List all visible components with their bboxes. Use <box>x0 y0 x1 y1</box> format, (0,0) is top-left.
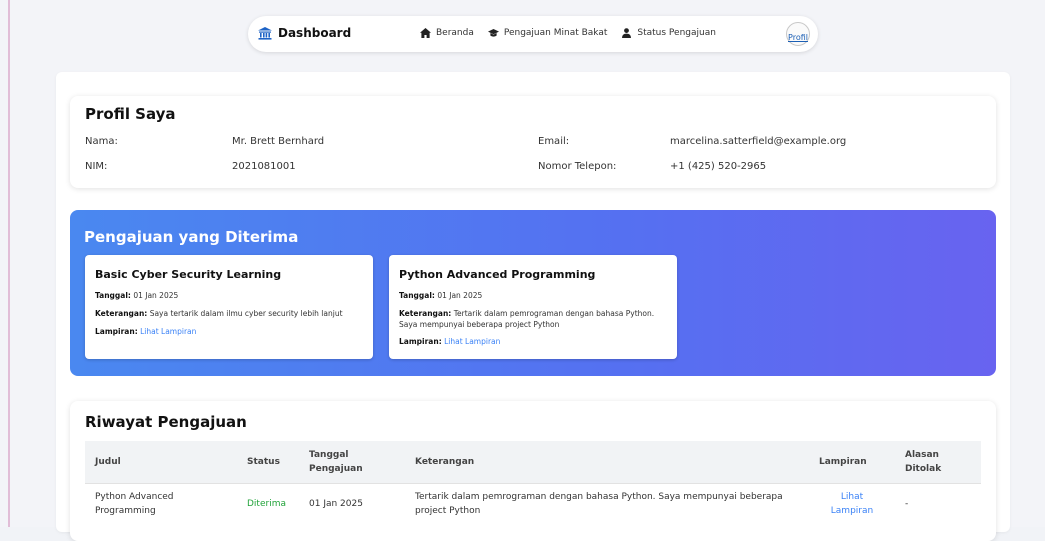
view-attachment-link[interactable]: Lihat Lampiran <box>140 327 196 336</box>
accepted-submissions-panel: Pengajuan yang Diterima Basic Cyber Secu… <box>70 210 996 376</box>
view-attachment-link[interactable]: Lihat Lampiran <box>444 337 500 346</box>
accepted-card-note: Keterangan: Saya tertarik dalam ilmu cyb… <box>95 308 343 319</box>
cell-judul: Python Advanced Programming <box>85 483 237 524</box>
accepted-card-attachment: Lampiran: Lihat Lampiran <box>399 336 500 347</box>
name-value: Mr. Brett Bernhard <box>232 136 325 147</box>
nav-item-label: Pengajuan Minat Bakat <box>503 28 608 38</box>
history-title: Riwayat Pengajuan <box>85 413 247 431</box>
profile-title: Profil Saya <box>85 105 176 123</box>
accepted-card-note: Keterangan: Tertarik dalam pemrograman d… <box>399 308 654 319</box>
col-header-tanggal[interactable]: Tanggal Pengajuan <box>299 441 405 484</box>
email-value: marcelina.satterfield@example.org <box>670 136 847 147</box>
col-header-tanggal-line2: Pengajuan <box>309 464 363 474</box>
institution-icon <box>258 26 272 40</box>
phone-label: Nomor Telepon: <box>538 161 617 172</box>
col-header-lampiran[interactable]: Lampiran <box>809 441 895 484</box>
cell-lampiran-link[interactable]: Lihat Lampiran <box>809 483 895 524</box>
lampiran-line2: Lampiran <box>830 506 874 516</box>
note-label: Keterangan: <box>95 309 148 318</box>
col-header-judul[interactable]: Judul <box>85 441 237 484</box>
accepted-card: Basic Cyber Security Learning Tanggal: 0… <box>85 255 373 359</box>
email-label: Email: <box>538 136 570 147</box>
date-value: 01 Jan 2025 <box>133 291 179 300</box>
col-header-keterangan[interactable]: Keterangan <box>405 441 809 484</box>
top-navbar: Dashboard Beranda Pengajuan Minat Bakat … <box>248 16 818 52</box>
nav-item-beranda[interactable]: Beranda <box>420 28 474 38</box>
history-table: Judul Status Tanggal Pengajuan Keteranga… <box>85 441 981 524</box>
status-badge: Diterima <box>237 483 299 524</box>
left-edge-rule <box>8 0 10 527</box>
note-value: Saya tertarik dalam ilmu cyber security … <box>149 309 343 318</box>
nav-item-label: Status Pengajuan <box>637 28 716 38</box>
col-header-alasan-line1: Alasan <box>905 450 939 460</box>
avatar-alt-text: Profil <box>788 33 808 42</box>
judul-line2: Programming <box>95 506 156 516</box>
name-label: Nama: <box>85 136 118 147</box>
accepted-card-note-continued: Saya mempunyai beberapa project Python <box>399 320 560 329</box>
accepted-title: Pengajuan yang Diterima <box>84 228 299 246</box>
phone-value: +1 (425) 520-2965 <box>670 161 767 172</box>
accepted-card-title: Python Advanced Programming <box>399 268 596 281</box>
home-icon <box>420 28 431 38</box>
nim-label: NIM: <box>85 161 108 172</box>
nim-value: 2021081001 <box>232 161 296 172</box>
accepted-card-title: Basic Cyber Security Learning <box>95 268 282 281</box>
attachment-label: Lampiran: <box>95 327 138 336</box>
cell-tanggal: 01 Jan 2025 <box>299 483 405 524</box>
graduation-cap-icon <box>487 29 499 37</box>
attachment-label: Lampiran: <box>399 337 442 346</box>
date-value: 01 Jan 2025 <box>437 291 483 300</box>
table-header-row: Judul Status Tanggal Pengajuan Keteranga… <box>85 441 981 484</box>
user-icon <box>622 28 632 38</box>
brand-label: Dashboard <box>278 26 352 40</box>
accepted-card-date: Tanggal: 01 Jan 2025 <box>95 290 178 301</box>
profile-card: Profil Saya Nama: Mr. Brett Bernhard NIM… <box>70 96 996 188</box>
keterangan-line1: Tertarik dalam pemrograman dengan bahasa… <box>415 492 783 502</box>
keterangan-line2: project Python <box>415 506 481 516</box>
accepted-card-date: Tanggal: 01 Jan 2025 <box>399 290 482 301</box>
nav-links: Beranda Pengajuan Minat Bakat Status Pen… <box>420 28 730 38</box>
date-label: Tanggal: <box>95 291 131 300</box>
accepted-card: Python Advanced Programming Tanggal: 01 … <box>389 255 677 359</box>
col-header-tanggal-line1: Tanggal <box>309 450 349 460</box>
col-header-status[interactable]: Status <box>237 441 299 484</box>
date-label: Tanggal: <box>399 291 435 300</box>
cell-alasan: - <box>895 483 981 524</box>
note-value: Tertarik dalam pemrograman dengan bahasa… <box>453 309 655 318</box>
profile-avatar[interactable]: Profil <box>786 22 810 46</box>
note-label: Keterangan: <box>399 309 452 318</box>
accepted-card-attachment: Lampiran: Lihat Lampiran <box>95 326 196 337</box>
brand[interactable]: Dashboard <box>258 26 351 40</box>
submission-history-card: Riwayat Pengajuan Judul Status Tanggal P… <box>70 401 996 541</box>
lampiran-line1: Lihat <box>840 492 864 502</box>
table-row: Python Advanced Programming Diterima 01 … <box>85 483 981 524</box>
col-header-alasan[interactable]: Alasan Ditolak <box>895 441 981 484</box>
nav-item-label: Beranda <box>436 28 474 38</box>
judul-line1: Python Advanced <box>95 492 174 502</box>
col-header-alasan-line2: Ditolak <box>905 464 942 474</box>
nav-item-status-pengajuan[interactable]: Status Pengajuan <box>621 28 716 38</box>
cell-keterangan: Tertarik dalam pemrograman dengan bahasa… <box>405 483 809 524</box>
nav-item-pengajuan-minat-bakat[interactable]: Pengajuan Minat Bakat <box>487 28 608 38</box>
